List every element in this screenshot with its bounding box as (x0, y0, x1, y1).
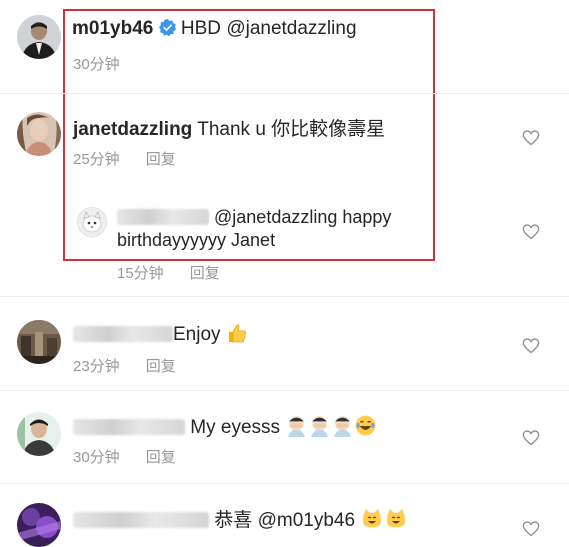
comment-time: 23分钟 (73, 358, 120, 375)
avatar-photo (17, 320, 61, 364)
verified-badge-icon (158, 19, 176, 42)
comment-time: 15分钟 (117, 265, 164, 282)
avatar-photo (17, 15, 61, 59)
comment-username[interactable]: janetdazzling (73, 119, 192, 140)
comment-time: 30分钟 (73, 56, 120, 73)
comment-time: 25分钟 (73, 151, 120, 168)
comment-text: Enjoy (173, 324, 221, 345)
comment-text-line1: happy (342, 207, 392, 227)
divider (0, 93, 569, 94)
heart-icon[interactable] (522, 338, 540, 354)
heart-icon[interactable] (522, 130, 540, 146)
avatar[interactable] (17, 320, 61, 364)
comment-username[interactable]: m01yb46 (72, 18, 153, 39)
facepalm-emoji (331, 414, 354, 443)
facepalm-emoji (285, 414, 308, 443)
reply-button[interactable]: 回复 (146, 449, 176, 466)
blurred-username (117, 209, 209, 225)
thumbs-up-emoji (226, 322, 248, 350)
avatar-photo (17, 412, 61, 456)
avatar[interactable] (17, 412, 61, 456)
comment-text: 恭喜 (214, 510, 253, 531)
divider (0, 390, 569, 391)
blurred-username (73, 512, 209, 528)
heart-icon[interactable] (522, 224, 540, 240)
mention-link[interactable]: @janetdazzling (226, 18, 356, 39)
comment-time: 30分钟 (73, 449, 120, 466)
blurred-username (73, 326, 173, 342)
reply-button[interactable]: 回复 (146, 358, 176, 375)
cat-emoji (384, 508, 408, 536)
avatar[interactable] (17, 15, 61, 59)
comment-text-line2: birthdayyyyyy Janet (117, 230, 276, 250)
blurred-username (73, 419, 185, 435)
divider (0, 296, 569, 297)
heart-icon[interactable] (522, 521, 540, 537)
divider (0, 483, 569, 484)
cat-emoji (360, 508, 384, 536)
heart-icon[interactable] (522, 430, 540, 446)
avatar-photo (17, 503, 61, 547)
comment-text: HBD (180, 18, 222, 39)
reply-button[interactable]: 回复 (190, 265, 220, 282)
comment-text: My eyesss (190, 417, 281, 438)
laughing-emoji (354, 414, 377, 443)
avatar[interactable] (17, 503, 61, 547)
mention-link[interactable]: @janetdazzling (214, 207, 337, 227)
avatar[interactable] (77, 207, 107, 237)
mention-link[interactable]: @m01yb46 (258, 510, 355, 531)
comment-text: Thank u 你比較像壽星 (197, 119, 386, 140)
avatar[interactable] (17, 112, 61, 156)
facepalm-emoji (308, 414, 331, 443)
avatar-photo (17, 112, 61, 156)
avatar-photo (78, 208, 106, 236)
reply-button[interactable]: 回复 (146, 151, 176, 168)
